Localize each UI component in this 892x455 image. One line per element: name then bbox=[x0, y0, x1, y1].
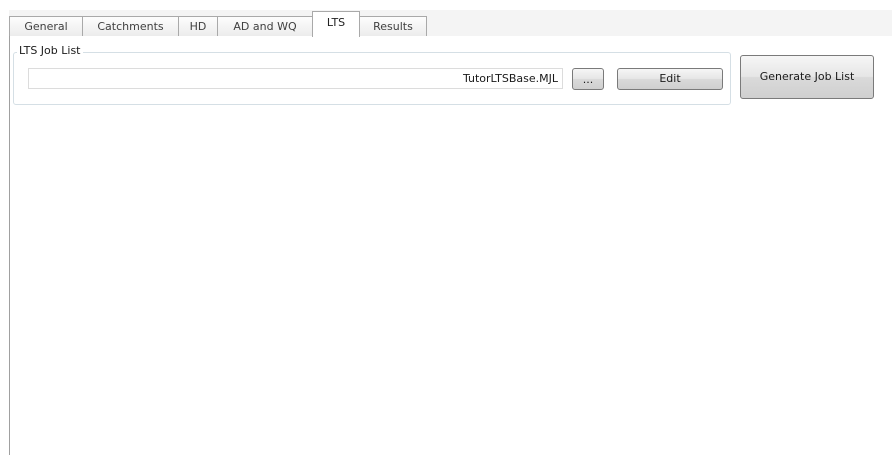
tab-hd[interactable]: HD bbox=[178, 16, 218, 36]
tab-bar: General Catchments HD AD and WQ LTS Resu… bbox=[9, 10, 892, 37]
generate-job-list-button[interactable]: Generate Job List bbox=[740, 55, 874, 99]
job-list-file-field[interactable]: TutorLTSBase.MJL bbox=[28, 68, 563, 89]
browse-button[interactable]: ... bbox=[572, 68, 604, 90]
edit-button[interactable]: Edit bbox=[617, 68, 723, 90]
tab-general[interactable]: General bbox=[9, 16, 83, 36]
tab-results[interactable]: Results bbox=[359, 16, 427, 36]
lts-job-list-group-title: LTS Job List bbox=[17, 44, 83, 58]
tab-catchments[interactable]: Catchments bbox=[82, 16, 179, 36]
tab-lts[interactable]: LTS bbox=[312, 11, 360, 37]
lts-job-list-group: LTS Job List TutorLTSBase.MJL ... Edit bbox=[13, 44, 731, 105]
lts-tab-panel: LTS Job List TutorLTSBase.MJL ... Edit G… bbox=[9, 36, 892, 455]
tab-ad-and-wq[interactable]: AD and WQ bbox=[217, 16, 313, 36]
